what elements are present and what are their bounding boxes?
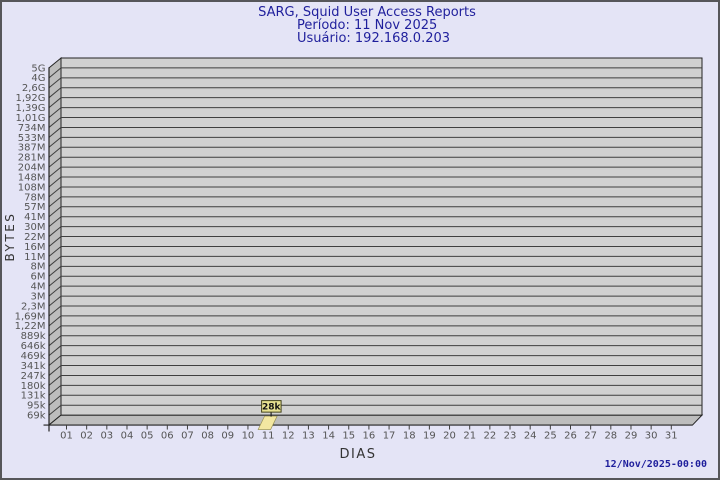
x-axis-tick-label: 25 (544, 431, 557, 442)
x-axis-tick-label: 08 (201, 431, 214, 442)
x-axis-tick-label: 05 (141, 431, 154, 442)
y-axis-title: BYTES (3, 212, 17, 262)
x-axis-tick-label: 09 (221, 431, 234, 442)
x-axis-tick-label: 04 (121, 431, 134, 442)
x-axis-tick-label: 20 (443, 431, 456, 442)
x-axis-tick-label: 23 (504, 431, 517, 442)
x-axis-tick-label: 06 (161, 431, 174, 442)
x-axis-tick-label: 29 (625, 431, 638, 442)
x-axis-tick-label: 13 (302, 431, 315, 442)
bar-value-label: 28k (262, 403, 282, 413)
x-axis-tick-label: 19 (423, 431, 436, 442)
x-axis-tick-label: 17 (383, 431, 396, 442)
x-axis-tick-label: 22 (483, 431, 496, 442)
x-axis-tick-label: 14 (322, 431, 335, 442)
x-axis-title: DIAS (340, 447, 377, 462)
x-axis-tick-label: 02 (80, 431, 93, 442)
x-axis-tick-label: 27 (584, 431, 597, 442)
x-axis-tick-label: 16 (363, 431, 376, 442)
x-axis-tick-label: 21 (463, 431, 476, 442)
x-axis-tick-label: 12 (282, 431, 295, 442)
x-axis-tick-label: 26 (564, 431, 577, 442)
x-axis-tick-label: 11 (262, 431, 275, 442)
x-axis-tick-label: 30 (645, 431, 658, 442)
bytes-per-day-chart: 5G4G2,6G1,92G1,39G1,01G734M533M387M281M2… (3, 56, 704, 462)
x-axis-tick-label: 24 (524, 431, 537, 442)
sarg-report-window: SARG, Squid User Access Reports Período:… (0, 0, 720, 480)
x-axis-tick-label: 03 (100, 431, 113, 442)
x-axis-tick-label: 31 (665, 431, 678, 442)
x-axis-tick-label: 01 (60, 431, 73, 442)
x-axis-tick-label: 18 (403, 431, 416, 442)
y-axis-tick-label: 69k (27, 411, 46, 422)
x-axis-tick-label: 28 (604, 431, 617, 442)
x-axis-tick-label: 07 (181, 431, 194, 442)
chart-floor (47, 414, 704, 426)
x-axis-tick-label: 10 (242, 431, 255, 442)
generated-timestamp: 12/Nov/2025-00:00 (604, 459, 707, 470)
x-axis-tick-label: 15 (342, 431, 355, 442)
